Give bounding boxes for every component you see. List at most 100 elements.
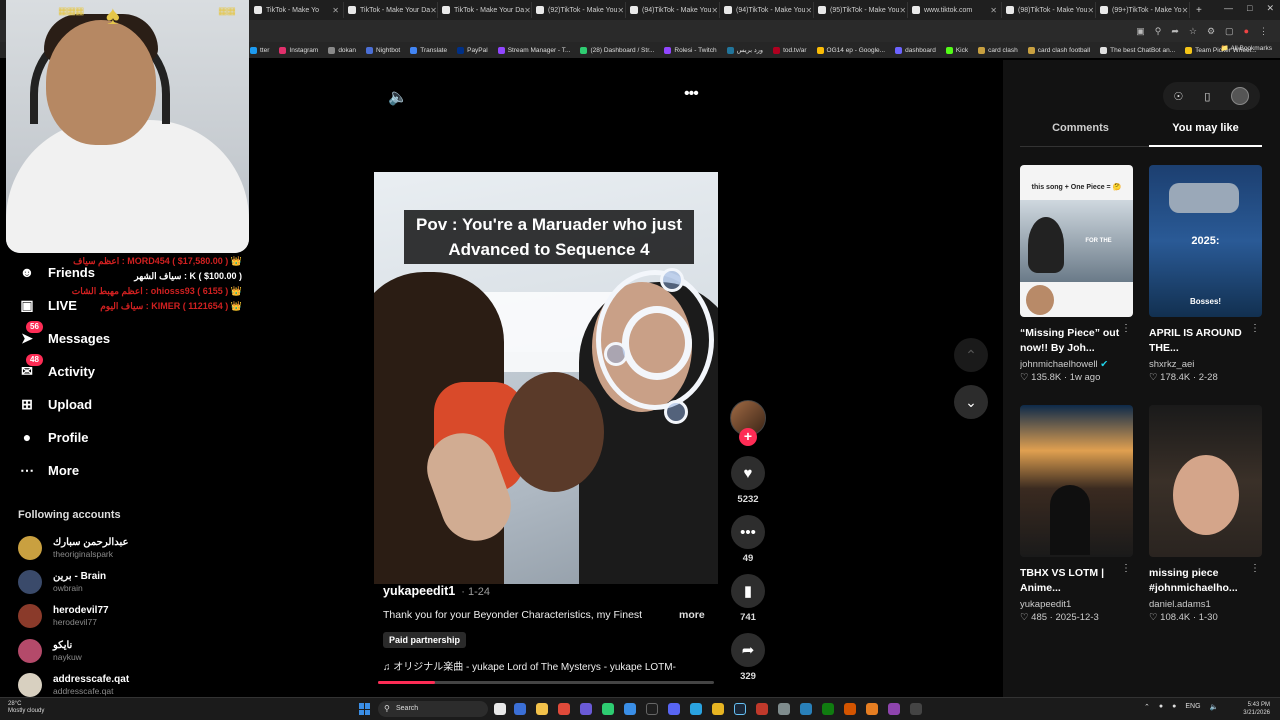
browser-tab[interactable]: (92)TikTok - Make You ✕ — [532, 2, 626, 18]
taskbar-search[interactable]: ⚲ Search — [378, 701, 488, 717]
zoom-icon[interactable]: ⚲ — [1155, 26, 1162, 37]
bookmark-item[interactable]: PayPal — [457, 46, 488, 54]
share-icon[interactable]: ➦ — [1171, 26, 1179, 37]
bookmark-item[interactable]: ورد بريس — [726, 46, 763, 54]
tab-comments[interactable]: Comments — [1020, 122, 1141, 146]
menu-icon[interactable]: ⋮ — [1259, 26, 1268, 37]
app-icon[interactable] — [778, 703, 790, 715]
windows-start-icon[interactable] — [359, 703, 371, 715]
bookmark-item[interactable]: (28) Dashboard / Str... — [580, 46, 654, 54]
suggested-video-card[interactable]: missing piece #johnmichaelho... ⋮ daniel.a… — [1149, 405, 1262, 623]
bookmark-item[interactable]: The best ChatBot an... — [1100, 46, 1175, 54]
tray-app-icon[interactable]: ● — [1172, 703, 1176, 711]
task-view-icon[interactable] — [494, 703, 506, 715]
card-author-name[interactable]: daniel.adams1 — [1149, 599, 1211, 610]
bookmark-item[interactable]: dokan — [328, 46, 356, 54]
suggested-video-card[interactable]: this song + One Piece = 🤔 FOR THE “Missing… — [1020, 165, 1133, 383]
close-tab-icon[interactable]: ✕ — [524, 6, 531, 15]
more-options-icon[interactable]: ••• — [684, 85, 699, 103]
close-tab-icon[interactable]: ✕ — [990, 6, 997, 15]
card-author-name[interactable]: shxrkz_aei — [1149, 359, 1194, 370]
browser-tab[interactable]: (98)TikTok - Make You ✕ — [1002, 2, 1096, 18]
all-bookmarks[interactable]: 📁 All Bookmarks — [1221, 44, 1272, 52]
browser-tab[interactable]: www.tiktok.com ✕ — [908, 2, 1002, 18]
card-title[interactable]: TBHX VS LOTM | Anime... — [1020, 566, 1133, 596]
share-button[interactable]: ➦ 329 — [730, 633, 766, 682]
profile-icon[interactable]: ● — [1244, 26, 1249, 36]
browser-tab[interactable]: (99+)TikTok - Make Yo ✕ — [1096, 2, 1190, 18]
edge-icon[interactable] — [514, 703, 526, 715]
sidebar-item-activity[interactable]: ✉ 48 Activity — [18, 354, 95, 381]
system-clock[interactable]: 5:43 PM 3/21/2026 — [1243, 701, 1270, 717]
close-tab-icon[interactable]: ✕ — [430, 6, 437, 15]
following-account[interactable]: برين - Brain owbrain — [18, 569, 106, 595]
video-progress-bar[interactable] — [378, 681, 714, 684]
app-icon[interactable] — [800, 703, 812, 715]
card-author-name[interactable]: yukapeedit1 — [1020, 599, 1071, 610]
app-icon[interactable] — [910, 703, 922, 715]
bookmark-item[interactable]: Stream Manager - T... — [497, 46, 570, 54]
bookmark-item[interactable]: tod.tv/ar — [773, 46, 807, 54]
card-more-icon[interactable]: ⋮ — [1250, 323, 1260, 334]
app-icon[interactable] — [844, 703, 856, 715]
author-name[interactable]: yukapeedit1 — [383, 584, 455, 598]
app-icon[interactable] — [624, 703, 636, 715]
close-tab-icon[interactable]: ✕ — [617, 6, 624, 15]
card-more-icon[interactable]: ⋮ — [1250, 563, 1260, 574]
following-account[interactable]: نايكو naykuw — [18, 638, 82, 664]
following-account[interactable]: herodevil77 herodevil77 — [18, 603, 109, 629]
card-title[interactable]: missing piece #johnmichaelho... — [1149, 566, 1262, 596]
steam-icon[interactable] — [734, 703, 746, 715]
cast-icon[interactable]: ▣ — [1136, 26, 1145, 37]
comment-button[interactable]: ••• 49 — [730, 515, 766, 564]
tab-you-may-like[interactable]: You may like — [1149, 122, 1262, 146]
save-button[interactable]: ▮ 741 — [730, 574, 766, 623]
like-button[interactable]: ♥ 5232 — [730, 456, 766, 505]
volume-icon[interactable]: 🔈 — [1210, 703, 1219, 711]
app-icon[interactable] — [866, 703, 878, 715]
extensions-icon[interactable]: ⚙ — [1207, 26, 1215, 37]
app-icon[interactable] — [646, 703, 658, 715]
card-more-icon[interactable]: ⋮ — [1121, 563, 1131, 574]
browser-tab[interactable]: TikTok - Make Yo ✕ — [250, 2, 344, 18]
sidebar-item-profile[interactable]: ● Profile — [18, 427, 89, 447]
bookmark-item[interactable]: card clash football — [1027, 46, 1090, 54]
chrome-icon[interactable] — [558, 703, 570, 715]
browser-tab[interactable]: (94)TikTok - Make You ✕ — [626, 2, 720, 18]
card-author-name[interactable]: johnmichaelhowell — [1020, 359, 1098, 370]
app-icon[interactable] — [580, 703, 592, 715]
bookmark-item[interactable]: Kick — [945, 46, 968, 54]
chevron-up-icon[interactable]: ⌃ — [1144, 703, 1150, 711]
bookmark-item[interactable]: dashboard — [895, 46, 936, 54]
close-tab-icon[interactable]: ✕ — [711, 6, 718, 15]
bookmark-item[interactable]: Nightbot — [366, 46, 400, 54]
music-track[interactable]: ♫ オリジナル楽曲 - yukape Lord of The Mysterys … — [383, 658, 705, 673]
suggested-video-card[interactable]: 2025: Bosses! APRIL IS AROUND THE... ⋮ shxrk… — [1149, 165, 1262, 383]
discord-icon[interactable] — [668, 703, 680, 715]
bookmark-item[interactable]: tter — [250, 46, 269, 54]
card-title[interactable]: “Missing Piece” out now!! By Joh... — [1020, 326, 1133, 356]
compass-icon[interactable]: ☉ — [1174, 90, 1184, 103]
bookmark-item[interactable]: Instagram — [279, 46, 318, 54]
sidebar-icon[interactable]: ▢ — [1225, 26, 1234, 37]
sidebar-item-more[interactable]: ⋯ More — [18, 460, 79, 480]
tray-app-icon[interactable]: ● — [1159, 703, 1163, 711]
video-thumbnail[interactable]: 2025: Bosses! — [1149, 165, 1262, 317]
sidebar-item-messages[interactable]: ➤ 56 Messages — [18, 321, 110, 348]
browser-tab[interactable]: TikTok - Make Your Da ✕ — [438, 2, 532, 18]
following-account[interactable]: addresscafe.qat addresscafe.qat — [18, 672, 129, 698]
close-tab-icon[interactable]: ✕ — [899, 6, 906, 15]
sidebar-item-upload[interactable]: ⊞ Upload — [18, 394, 92, 414]
browser-tab[interactable]: TikTok - Make Your Da ✕ — [344, 2, 438, 18]
browser-tab[interactable]: (94)TikTok - Make You ✕ — [720, 2, 814, 18]
bookmark-item[interactable]: OG14 ep - Google... — [816, 46, 885, 54]
close-tab-icon[interactable]: ✕ — [332, 6, 339, 15]
suggested-video-card[interactable]: TBHX VS LOTM | Anime... ⋮ yukapeedit1 ♡ 485… — [1020, 405, 1133, 623]
user-avatar[interactable] — [1231, 87, 1250, 105]
card-title[interactable]: APRIL IS AROUND THE... — [1149, 326, 1262, 356]
video-author[interactable]: yukapeedit1 · 1-24 — [383, 584, 490, 598]
video-thumbnail[interactable] — [1020, 405, 1133, 557]
bookmark-item[interactable]: card clash — [978, 46, 1018, 54]
volume-icon[interactable]: 🔈 — [388, 87, 408, 107]
system-tray[interactable]: ⌃ ● ● ENG 🔈 — [1144, 703, 1218, 711]
